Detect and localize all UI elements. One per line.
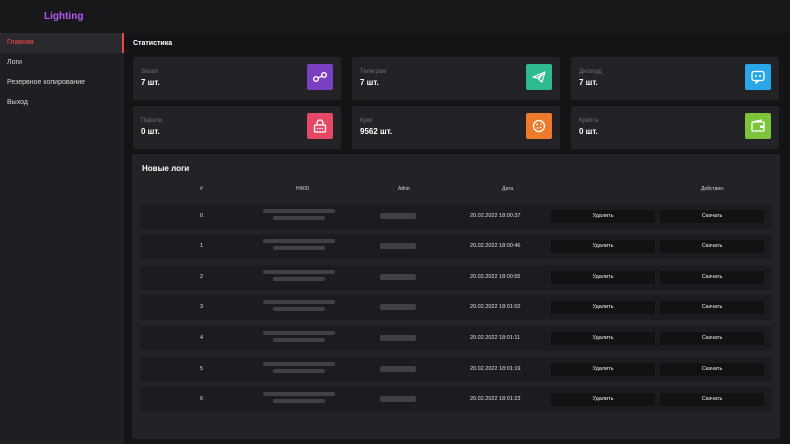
delete-button[interactable]: Удалить [551, 332, 655, 345]
row-number: 4 [200, 335, 204, 341]
stat-card-passwords: Пароли 0 шт. [133, 106, 341, 149]
hwid-redacted [263, 270, 335, 274]
ip-redacted [380, 243, 416, 249]
hwid-redacted [263, 300, 335, 304]
hwid-redacted [263, 239, 335, 243]
row-number: 2 [200, 274, 204, 280]
table-row: 1 20.02.2022 18:00:46 Удалить Скачать [140, 234, 772, 259]
stat-card-value: 7 шт. [579, 78, 598, 87]
stat-card-value: 7 шт. [141, 78, 160, 87]
row-date: 20.02.2022 18:00:55 [470, 274, 521, 280]
logs-table-header: # HWID Айпи Дата Действие: [132, 186, 780, 198]
row-number: 0 [200, 213, 204, 219]
delete-button[interactable]: Удалить [551, 393, 655, 406]
download-button[interactable]: Скачать [660, 271, 764, 284]
new-logs-panel: Новые логи # HWID Айпи Дата Действие: 0 2… [132, 154, 780, 439]
sidebar: Главная Логи Резервное копирование Выход [0, 33, 124, 444]
ip-redacted [380, 335, 416, 341]
stat-card-cookies: Куки 9562 шт. [352, 106, 560, 149]
table-row: 6 20.02.2022 18:01:23 Удалить Скачать [140, 387, 772, 412]
hwid-redacted [273, 307, 325, 311]
hwid-redacted [263, 362, 335, 366]
stat-card-telegram: Телеграм 7 шт. [352, 57, 560, 100]
download-button[interactable]: Скачать [660, 332, 764, 345]
hwid-redacted [263, 331, 335, 335]
download-button[interactable]: Скачать [660, 301, 764, 314]
steam-icon [307, 64, 333, 90]
row-number: 5 [200, 366, 204, 372]
app-logo: Lighting [44, 11, 84, 22]
table-row: 2 20.02.2022 18:00:55 Удалить Скачать [140, 265, 772, 290]
sidebar-item-logs[interactable]: Логи [0, 53, 124, 73]
stat-card-discord: Дискорд 7 шт. [571, 57, 779, 100]
hwid-redacted [273, 399, 325, 403]
logs-title: Новые логи [142, 164, 190, 173]
row-date: 20.02.2022 18:01:02 [470, 304, 521, 310]
ip-redacted [380, 304, 416, 310]
table-row: 4 20.02.2022 18:01:11 Удалить Скачать [140, 326, 772, 351]
discord-icon [745, 64, 771, 90]
table-row: 0 20.02.2022 18:00:37 Удалить Скачать [140, 204, 772, 229]
delete-button[interactable]: Удалить [551, 240, 655, 253]
main-content: Статистика Steam 7 шт. Телеграм 7 шт. Ди… [124, 33, 790, 444]
row-number: 6 [200, 396, 204, 402]
row-number: 3 [200, 304, 204, 310]
sidebar-item-home[interactable]: Главная [0, 33, 124, 53]
column-header-date: Дата [502, 186, 514, 192]
download-button[interactable]: Скачать [660, 240, 764, 253]
row-date: 20.02.2022 18:01:11 [470, 335, 521, 341]
download-button[interactable]: Скачать [660, 363, 764, 376]
hwid-redacted [273, 216, 325, 220]
table-row: 3 20.02.2022 18:01:02 Удалить Скачать [140, 295, 772, 320]
stat-card-label: Дискорд [579, 69, 603, 75]
row-date: 20.02.2022 18:00:46 [470, 243, 521, 249]
table-row: 5 20.02.2022 18:01:19 Удалить Скачать [140, 357, 772, 382]
delete-button[interactable]: Удалить [551, 210, 655, 223]
hwid-redacted [273, 246, 325, 250]
column-header-num: # [200, 186, 203, 192]
column-header-ip: Айпи [398, 186, 410, 192]
sidebar-item-backup[interactable]: Резервное копирование [0, 73, 124, 93]
password-icon [307, 113, 333, 139]
hwid-redacted [273, 277, 325, 281]
hwid-redacted [263, 392, 335, 396]
stat-card-label: Пароли [141, 118, 163, 124]
ip-redacted [380, 396, 416, 402]
column-header-action: Действие: [701, 186, 725, 192]
download-button[interactable]: Скачать [660, 393, 764, 406]
stat-card-label: Крипта [579, 118, 599, 124]
download-button[interactable]: Скачать [660, 210, 764, 223]
stat-card-label: Телеграм [360, 69, 387, 75]
stat-card-label: Steam [141, 69, 159, 75]
sidebar-item-logout[interactable]: Выход [0, 93, 124, 113]
column-header-hwid: HWID [296, 186, 310, 192]
stat-card-value: 0 шт. [579, 127, 598, 136]
hwid-redacted [273, 338, 325, 342]
stat-card-value: 7 шт. [360, 78, 379, 87]
stat-card-steam: Steam 7 шт. [133, 57, 341, 100]
row-date: 20.02.2022 18:00:37 [470, 213, 521, 219]
delete-button[interactable]: Удалить [551, 271, 655, 284]
row-number: 1 [200, 243, 204, 249]
stats-title: Статистика [133, 40, 173, 47]
ip-redacted [380, 213, 416, 219]
delete-button[interactable]: Удалить [551, 363, 655, 376]
row-date: 20.02.2022 18:01:23 [470, 396, 521, 402]
ip-redacted [380, 274, 416, 280]
hwid-redacted [273, 369, 325, 373]
cookie-icon [526, 113, 552, 139]
row-date: 20.02.2022 18:01:19 [470, 366, 521, 372]
stat-card-value: 0 шт. [141, 127, 160, 136]
stat-card-label: Куки [360, 118, 373, 124]
hwid-redacted [263, 209, 335, 213]
delete-button[interactable]: Удалить [551, 301, 655, 314]
stat-card-value: 9562 шт. [360, 127, 393, 136]
wallet-icon [745, 113, 771, 139]
ip-redacted [380, 366, 416, 372]
top-bar: Lighting [0, 0, 790, 33]
telegram-icon [526, 64, 552, 90]
stat-card-crypto: Крипта 0 шт. [571, 106, 779, 149]
